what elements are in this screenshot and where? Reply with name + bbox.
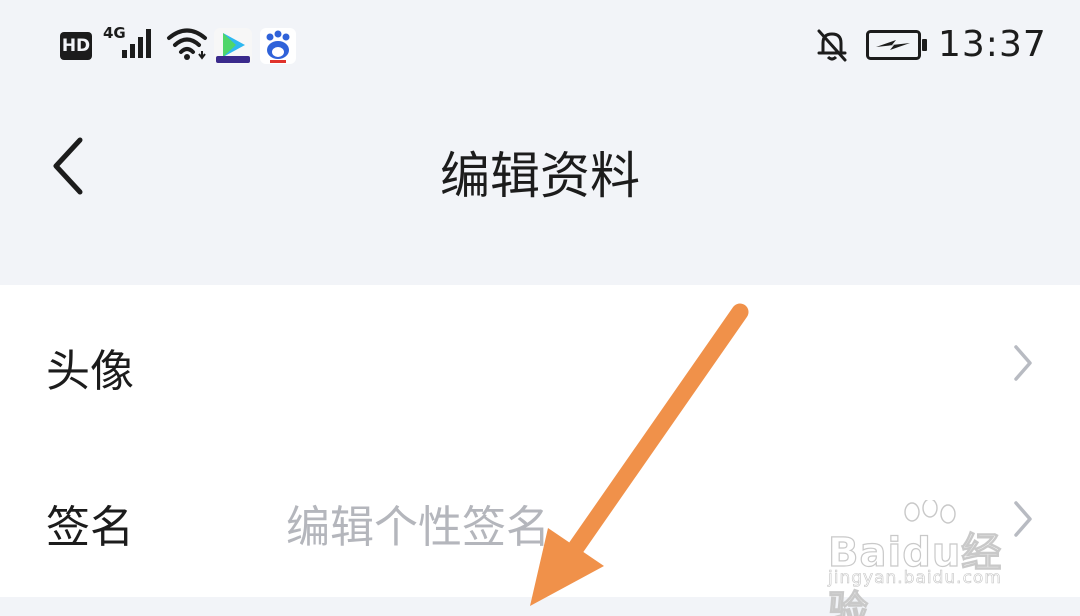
hd-badge: HD [60, 32, 92, 60]
edit-profile-screen: HD 4G 13:37 编辑资料 头像 签名 编辑个性签名 Baidu经验 ji… [0, 0, 1080, 616]
battery-charging-icon [866, 30, 927, 60]
signal-icon [122, 29, 151, 58]
avatar-row[interactable]: 头像 [0, 285, 1080, 441]
signature-placeholder: 编辑个性签名 [286, 502, 550, 553]
video-app-icon [214, 28, 252, 64]
status-bar: HD 4G 13:37 [0, 0, 1080, 90]
status-clock: 13:37 [938, 24, 1047, 65]
chevron-right-icon [1014, 345, 1032, 381]
baidu-jingyan-watermark: Baidu经验 jingyan.baidu.com [827, 500, 1038, 616]
page-title: 编辑资料 [440, 147, 640, 205]
row-label: 头像 [46, 346, 134, 397]
watermark-url: jingyan.baidu.com [828, 568, 1002, 589]
wifi-icon [167, 28, 207, 60]
baidu-app-icon [260, 28, 296, 64]
mute-bell-icon [817, 29, 847, 62]
row-label: 签名 [46, 502, 134, 553]
